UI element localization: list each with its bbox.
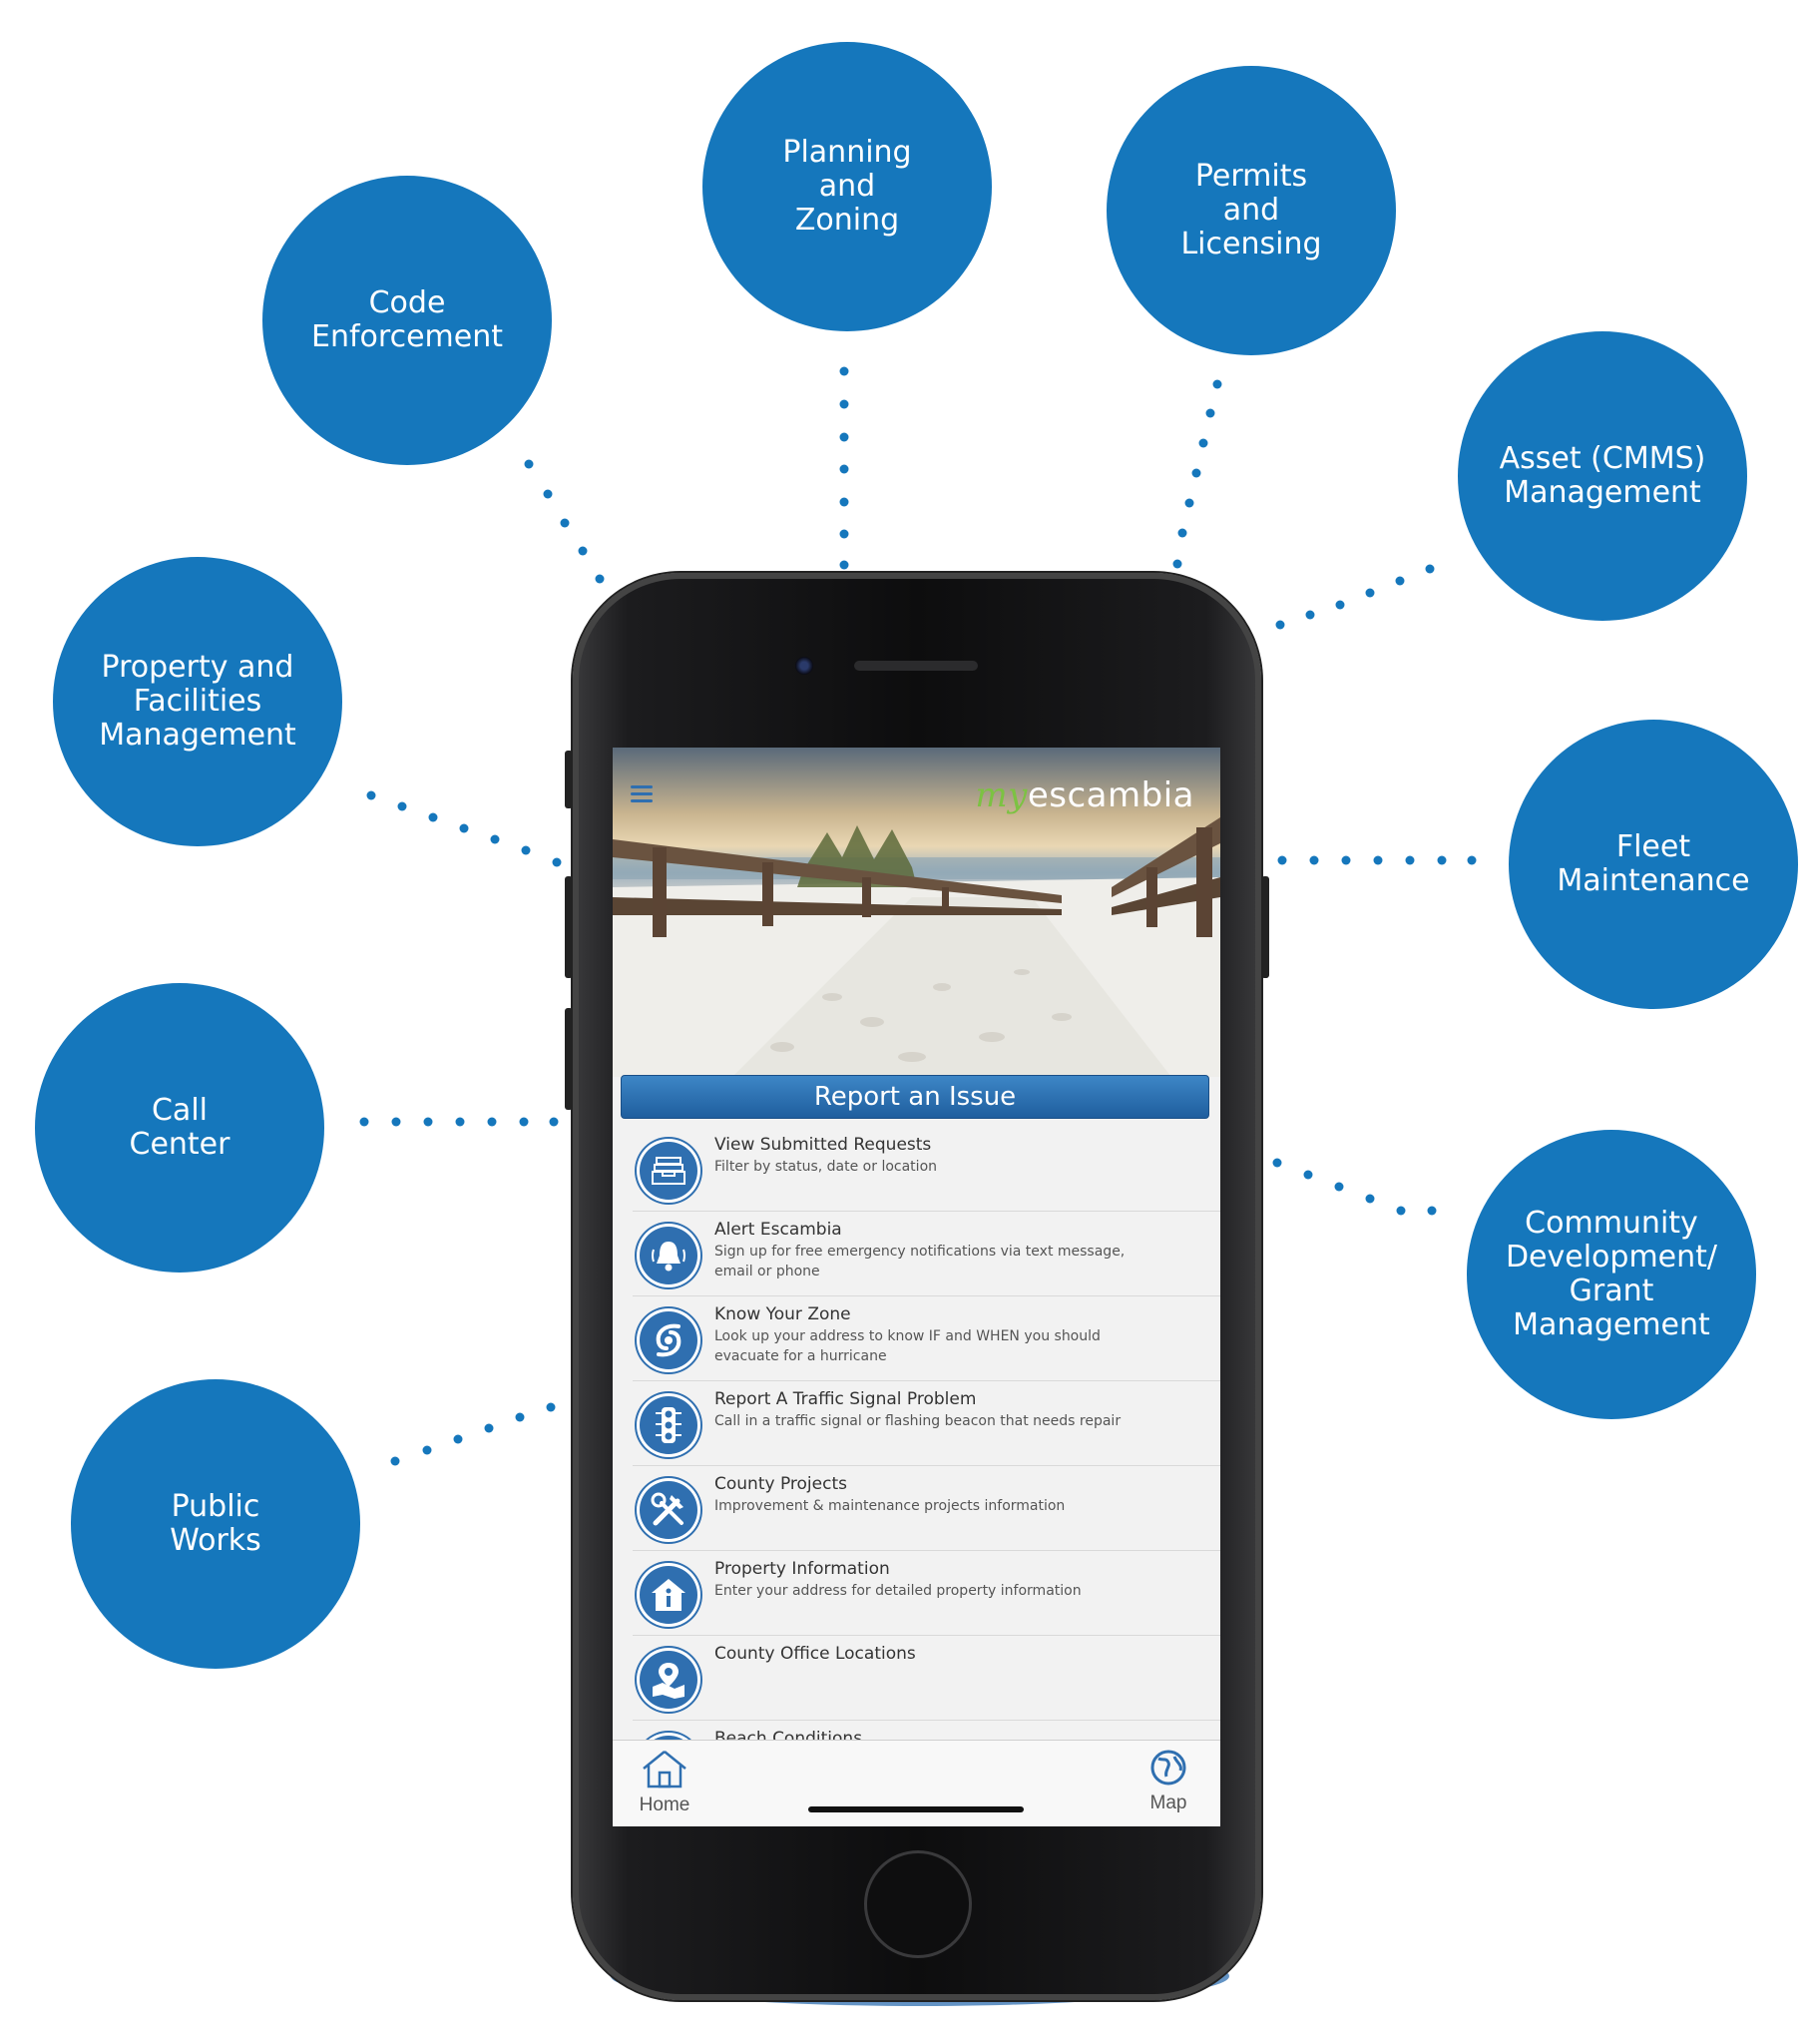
home-icon [643, 1751, 686, 1788]
list-item[interactable]: Report A Traffic Signal Problem Call in … [633, 1381, 1220, 1466]
circle-planning-zoning: Planning and Zoning [702, 42, 992, 331]
house-info-icon [637, 1563, 700, 1627]
home-indicator [808, 1806, 1024, 1812]
item-title: Report A Traffic Signal Problem [714, 1389, 977, 1409]
list-item[interactable]: County Office Locations [633, 1636, 1220, 1721]
traffic-light-icon [637, 1393, 700, 1457]
item-subtitle: Look up your address to know IF and WHEN… [714, 1328, 1101, 1364]
circle-asset-management: Asset (CMMS) Management [1458, 331, 1747, 621]
front-camera [795, 657, 813, 675]
bell-icon [637, 1224, 700, 1287]
tab-home-label: Home [639, 1794, 690, 1815]
item-title: Property Information [714, 1559, 890, 1579]
home-button [864, 1850, 972, 1958]
circle-property-facilities: Property and Facilities Management [53, 557, 342, 846]
item-subtitle: Enter your address for detailed property… [714, 1583, 1082, 1599]
service-list: View Submitted Requests Filter by status… [613, 1127, 1220, 1805]
item-title: View Submitted Requests [714, 1135, 932, 1155]
list-item[interactable]: Alert Escambia Sign up for free emergenc… [633, 1212, 1220, 1296]
circle-community-development: Community Development/ Grant Management [1467, 1130, 1756, 1419]
hero-image: myescambia [613, 748, 1220, 1077]
item-title: Alert Escambia [714, 1220, 842, 1240]
circle-call-center: Call Center [35, 983, 324, 1273]
hurricane-icon [637, 1308, 700, 1372]
menu-icon[interactable] [631, 785, 653, 803]
item-subtitle: Sign up for free emergency notifications… [714, 1244, 1126, 1279]
list-item[interactable]: County Projects Improvement & maintenanc… [633, 1466, 1220, 1551]
volume-down-button [565, 1008, 573, 1110]
volume-up-button [565, 876, 573, 978]
inbox-tray-icon [637, 1139, 700, 1203]
item-title: County Office Locations [714, 1644, 916, 1664]
power-button [1261, 876, 1269, 978]
tab-bar: Home Map [613, 1740, 1220, 1826]
map-pin-icon [637, 1648, 700, 1712]
item-subtitle: Call in a traffic signal or flashing bea… [714, 1413, 1122, 1429]
circle-public-works: Public Works [71, 1379, 360, 1669]
circle-permits-licensing: Permits and Licensing [1107, 66, 1396, 355]
circle-code-enforcement: Code Enforcement [262, 176, 552, 465]
app-screen: myescambia Report an Issue View Submitte… [613, 748, 1220, 1826]
mute-switch [565, 751, 573, 808]
item-title: Know Your Zone [714, 1304, 851, 1324]
report-issue-button[interactable]: Report an Issue [621, 1075, 1209, 1119]
list-item[interactable]: Property Information Enter your address … [633, 1551, 1220, 1636]
tab-map-label: Map [1149, 1792, 1187, 1813]
myescambia-logo: myescambia [975, 775, 1194, 815]
item-subtitle: Filter by status, date or location [714, 1159, 938, 1175]
item-subtitle: Improvement & maintenance projects infor… [714, 1498, 1066, 1514]
globe-icon [1150, 1750, 1186, 1786]
list-item[interactable]: View Submitted Requests Filter by status… [633, 1127, 1220, 1212]
tab-home[interactable]: Home [633, 1749, 696, 1816]
item-title: County Projects [714, 1474, 847, 1494]
tools-icon [637, 1478, 700, 1542]
circle-fleet-maintenance: Fleet Maintenance [1509, 720, 1798, 1009]
earpiece-speaker [854, 661, 978, 671]
tab-map[interactable]: Map [1136, 1749, 1200, 1814]
list-item[interactable]: Know Your Zone Look up your address to k… [633, 1296, 1220, 1381]
